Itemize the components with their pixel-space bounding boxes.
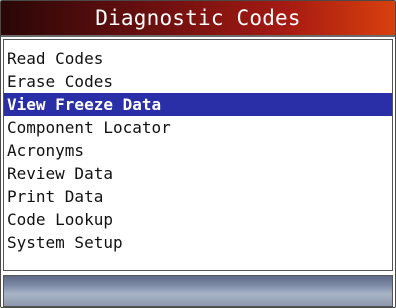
scan-tool-screen: Diagnostic Codes Read Codes Erase Codes …: [0, 0, 396, 308]
menu-item-acronyms[interactable]: Acronyms: [4, 139, 392, 162]
title-bar: Diagnostic Codes: [1, 1, 395, 37]
menu-item-erase-codes[interactable]: Erase Codes: [4, 70, 392, 93]
screen-title: Diagnostic Codes: [95, 6, 301, 30]
menu-item-print-data[interactable]: Print Data: [4, 185, 392, 208]
menu-item-view-freeze-data[interactable]: View Freeze Data: [4, 93, 392, 116]
menu-item-review-data[interactable]: Review Data: [4, 162, 392, 185]
menu-panel: Read Codes Erase Codes View Freeze Data …: [3, 39, 393, 271]
menu-item-component-locator[interactable]: Component Locator: [4, 116, 392, 139]
menu-item-system-setup[interactable]: System Setup: [4, 231, 392, 254]
menu-list: Read Codes Erase Codes View Freeze Data …: [4, 40, 392, 254]
status-bar: [3, 275, 393, 307]
menu-item-read-codes[interactable]: Read Codes: [4, 47, 392, 70]
menu-item-code-lookup[interactable]: Code Lookup: [4, 208, 392, 231]
